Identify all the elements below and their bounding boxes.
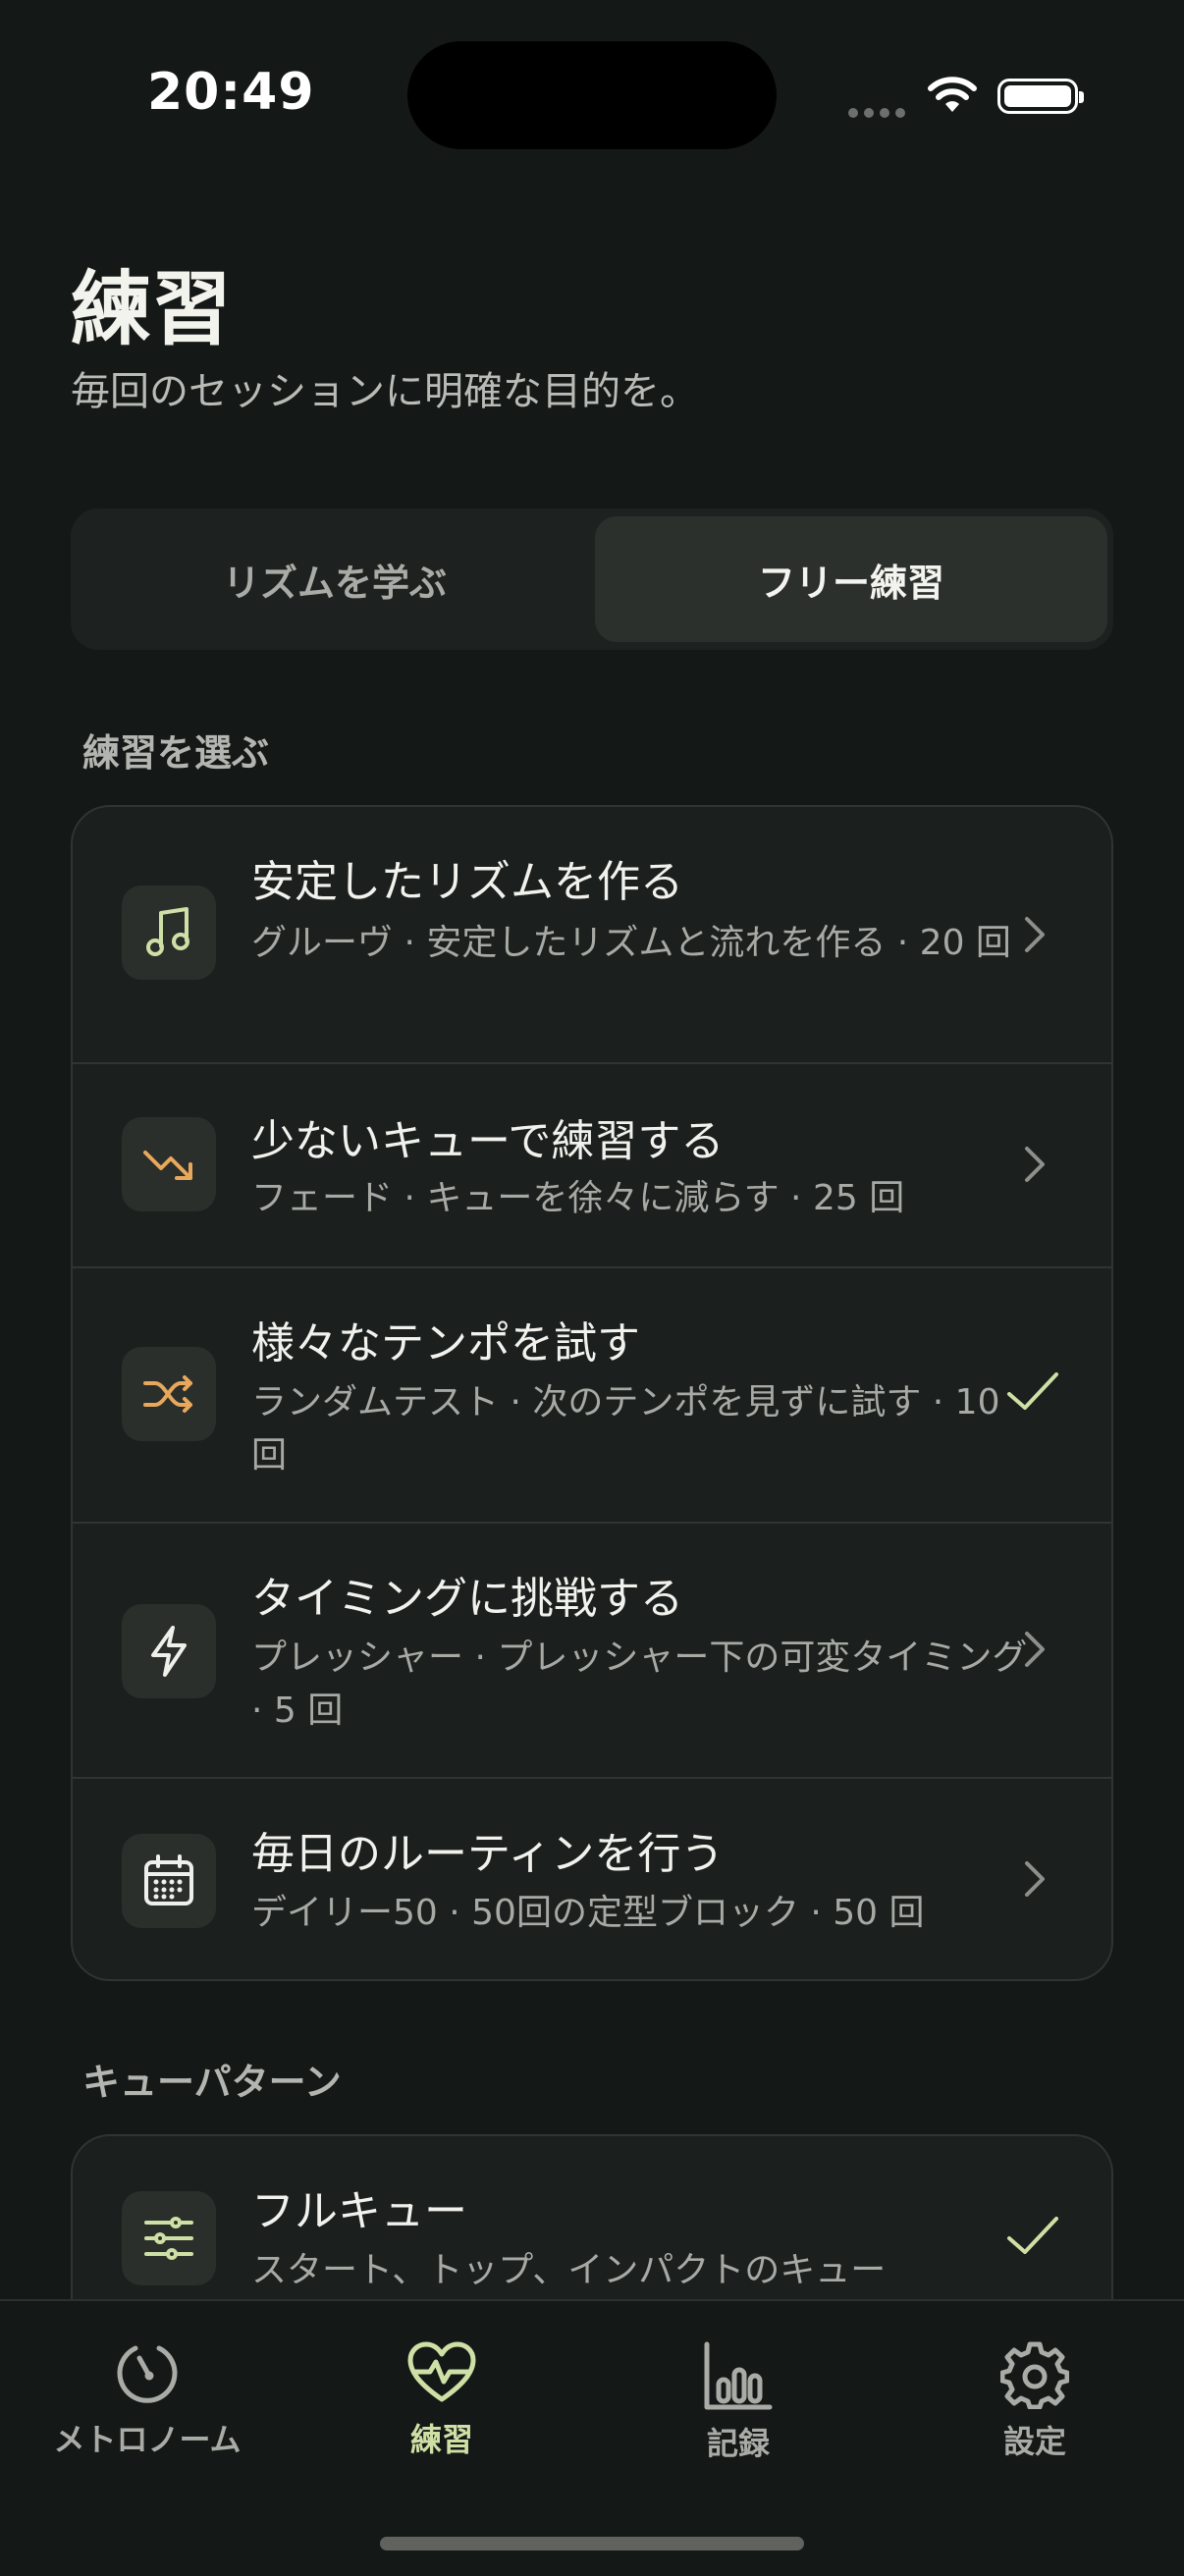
exercise-title: 様々なテンポを試す	[251, 1318, 640, 1368]
exercise-row-fade[interactable]: 少ないキューで練習する フェード · キューを徐々に減らす · 25 回	[73, 1064, 1111, 1266]
checkmark-icon	[1007, 2217, 1058, 2254]
exercise-row-daily[interactable]: 毎日のルーティンを行う デイリー50 · 50回の定型ブロック · 50 回	[73, 1779, 1111, 1979]
exercise-list-card: 安定したリズムを作る グルーヴ · 安定したリズムと流れを作る · 20 回 少…	[71, 805, 1113, 1981]
exercise-title: 少ないキューで練習する	[251, 1116, 725, 1166]
mode-segmented-control: リズムを学ぶ フリー練習	[71, 509, 1113, 650]
dynamic-island	[407, 41, 777, 149]
tab-label: 練習	[409, 2421, 473, 2458]
exercise-subtitle: フェード · キューを徐々に減らす · 25 回	[251, 1178, 905, 1218]
segment-free-practice[interactable]: フリー練習	[595, 516, 1107, 642]
status-time: 20:49	[147, 63, 315, 122]
sliders-icon	[122, 2191, 216, 2285]
trend-down-icon	[122, 1117, 216, 1211]
calendar-icon	[122, 1834, 216, 1928]
cue-title: フルキュー	[251, 2186, 467, 2236]
chevron-right-icon	[1025, 1632, 1045, 1667]
exercise-subtitle: デイリー50 · 50回の定型ブロック · 50 回	[251, 1893, 925, 1933]
home-indicator	[380, 2537, 804, 2550]
tab-settings[interactable]: 設定	[917, 2340, 1153, 2462]
exercise-title: タイミングに挑戦する	[251, 1574, 683, 1624]
section-label-exercises: 練習を選ぶ	[82, 731, 270, 775]
page-title: 練習	[71, 263, 233, 356]
gear-icon	[1000, 2341, 1069, 2409]
cue-subtitle: スタート、トップ、インパクトのキュー	[251, 2250, 887, 2290]
tab-bar: メトロノーム 練習 記録 設定	[0, 2299, 1184, 2576]
tab-metronome[interactable]: メトロノーム	[29, 2340, 265, 2460]
cellular-signal-icon	[848, 103, 911, 122]
checkmark-icon	[1007, 1372, 1058, 1410]
wifi-icon	[928, 77, 977, 112]
page-subtitle: 毎回のセッションに明確な目的を。	[71, 369, 699, 414]
chevron-right-icon	[1025, 917, 1045, 952]
tab-label: 記録	[706, 2425, 770, 2462]
exercise-subtitle: グルーヴ · 安定したリズムと流れを作る · 20 回	[251, 923, 1011, 963]
battery-icon	[997, 79, 1084, 114]
exercise-title: 安定したリズムを作る	[251, 857, 683, 907]
exercise-subtitle: プレッシャー · プレッシャー下の可変タイミング · 5 回	[251, 1637, 1028, 1731]
tab-label: 設定	[1002, 2423, 1066, 2460]
exercise-title: 毎日のルーティンを行う	[251, 1829, 725, 1879]
exercise-row-groove[interactable]: 安定したリズムを作る グルーヴ · 安定したリズムと流れを作る · 20 回	[73, 807, 1111, 1062]
bar-chart-icon	[704, 2341, 773, 2410]
chevron-right-icon	[1025, 1147, 1045, 1182]
section-label-cue-pattern: キューパターン	[82, 2061, 342, 2104]
music-note-icon	[122, 886, 216, 980]
tab-practice[interactable]: 練習	[324, 2340, 560, 2460]
status-bar: 20:49	[0, 0, 1184, 196]
lightning-icon	[122, 1604, 216, 1698]
exercise-row-pressure[interactable]: タイミングに挑戦する プレッシャー · プレッシャー下の可変タイミング · 5 …	[73, 1524, 1111, 1777]
shuffle-icon	[122, 1347, 216, 1441]
tab-records[interactable]: 記録	[620, 2340, 856, 2464]
exercise-row-random-test[interactable]: 様々なテンポを試す ランダムテスト · 次のテンポを見ずに試す · 10 回	[73, 1268, 1111, 1522]
tab-label: メトロノーム	[53, 2421, 242, 2458]
heart-pulse-icon	[407, 2341, 476, 2402]
metronome-icon	[117, 2345, 178, 2403]
exercise-subtitle: ランダムテスト · 次のテンポを見ずに試す · 10 回	[251, 1382, 1000, 1476]
segment-learn-rhythm[interactable]: リズムを学ぶ	[79, 516, 591, 642]
chevron-right-icon	[1025, 1861, 1045, 1897]
